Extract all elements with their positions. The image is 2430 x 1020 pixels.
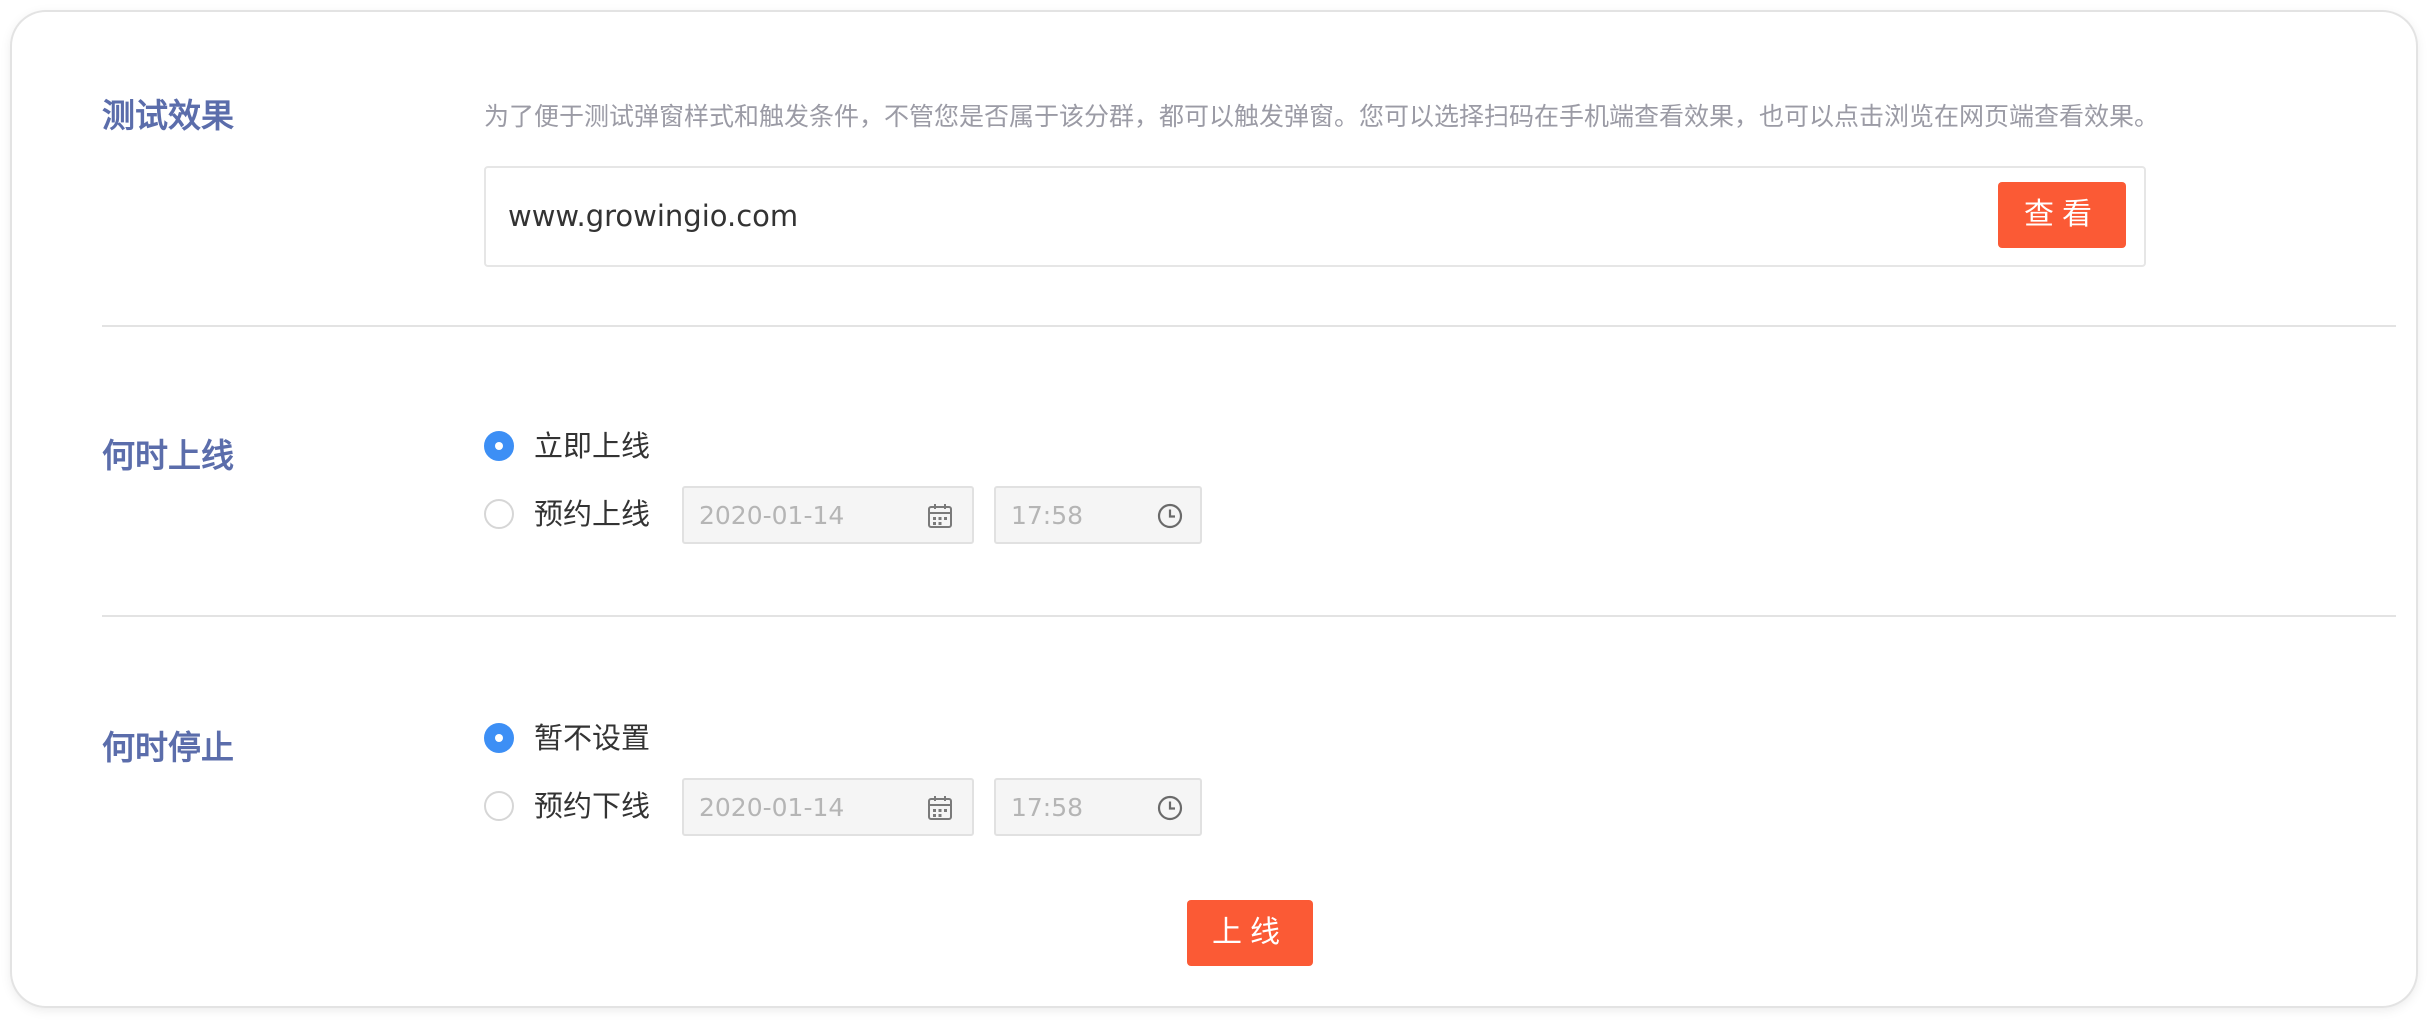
stop-title: 何时停止 xyxy=(102,728,234,767)
calendar-icon xyxy=(928,504,952,528)
time-placeholder: 17:58 xyxy=(1011,501,1084,530)
go-online-option-immediate[interactable]: 立即上线 xyxy=(484,429,650,463)
radio-button-checked[interactable] xyxy=(484,431,514,461)
radio-button[interactable] xyxy=(484,499,514,529)
radio-label: 预约下线 xyxy=(534,789,651,823)
calendar-icon xyxy=(928,796,952,820)
go-online-option-scheduled[interactable]: 预约上线 xyxy=(484,497,650,531)
radio-label: 暂不设置 xyxy=(534,721,651,755)
test-effect-title: 测试效果 xyxy=(102,96,234,135)
go-online-title: 何时上线 xyxy=(102,436,234,475)
publish-settings-card: 测试效果 为了便于测试弹窗样式和触发条件，不管您是否属于该分群，都可以触发弹窗。… xyxy=(12,12,2416,1006)
radio-label: 预约上线 xyxy=(534,497,651,531)
clock-icon xyxy=(1157,795,1183,821)
stop-option-none[interactable]: 暂不设置 xyxy=(484,721,650,755)
clock-icon xyxy=(1157,503,1183,529)
radio-button-checked[interactable] xyxy=(484,723,514,753)
go-online-time-picker[interactable]: 17:58 xyxy=(994,486,1202,544)
time-placeholder: 17:58 xyxy=(1011,793,1084,822)
date-placeholder: 2020-01-14 xyxy=(699,793,845,822)
stop-date-picker[interactable]: 2020-01-14 xyxy=(682,778,974,836)
radio-label: 立即上线 xyxy=(534,429,651,463)
stop-time-picker[interactable]: 17:58 xyxy=(994,778,1202,836)
section-divider xyxy=(102,325,2396,327)
stop-option-scheduled[interactable]: 预约下线 xyxy=(484,789,650,823)
preview-url-input[interactable]: www.growingio.com xyxy=(508,198,798,234)
section-divider xyxy=(102,615,2396,617)
go-online-date-picker[interactable]: 2020-01-14 xyxy=(682,486,974,544)
radio-button[interactable] xyxy=(484,791,514,821)
view-button[interactable]: 查看 xyxy=(1998,182,2126,248)
date-placeholder: 2020-01-14 xyxy=(699,501,845,530)
go-online-button[interactable]: 上线 xyxy=(1187,900,1313,966)
test-effect-description: 为了便于测试弹窗样式和触发条件，不管您是否属于该分群，都可以触发弹窗。您可以选择… xyxy=(484,102,2160,131)
preview-url-box: www.growingio.com 查看 xyxy=(484,166,2146,267)
